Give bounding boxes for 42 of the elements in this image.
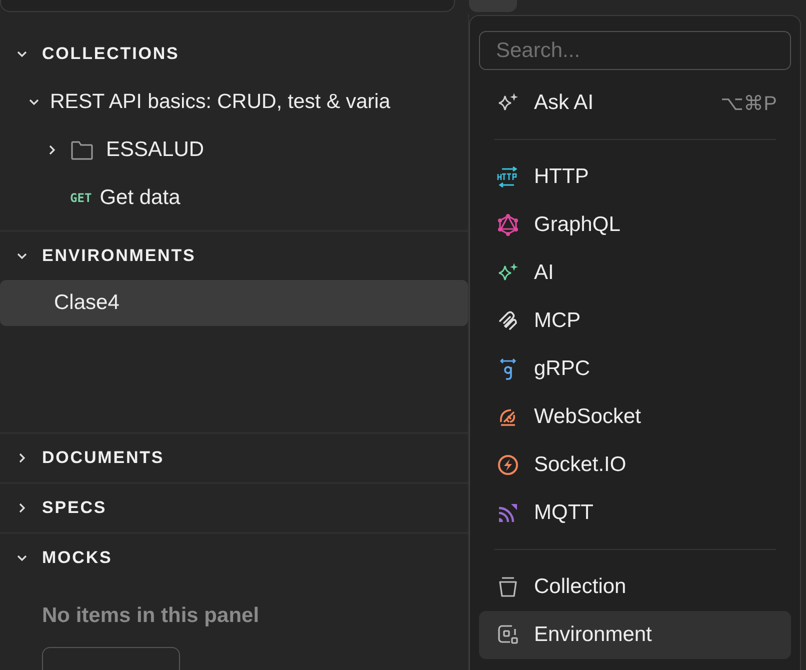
tree-item[interactable]: ESSALUD xyxy=(106,138,204,162)
empty-message: No items in this panel xyxy=(41,603,260,628)
http-icon xyxy=(496,165,520,189)
menu-item-label: WebSocket xyxy=(534,405,641,429)
mcp-icon xyxy=(496,309,520,333)
menu-item[interactable]: WebSocket xyxy=(479,393,791,441)
section-title[interactable]: MOCKS xyxy=(42,548,112,568)
menu-item-label: Environment xyxy=(534,623,652,647)
section-title[interactable]: SPECS xyxy=(42,498,107,518)
menu-item[interactable]: MQTT xyxy=(479,489,791,537)
shortcut-label: ⌥⌘P xyxy=(720,92,777,116)
tree-item[interactable]: Get data xyxy=(100,186,180,210)
menu-item-label: AI xyxy=(534,261,554,285)
menu-item[interactable]: AI xyxy=(479,249,791,297)
section-title[interactable]: ENVIRONMENTS xyxy=(42,246,196,266)
menu-item[interactable]: Ask AI ⌥⌘P xyxy=(479,79,791,127)
method-label: GET xyxy=(70,191,92,205)
menu-item[interactable]: Collection xyxy=(479,563,791,611)
menu-item-label: HTTP xyxy=(534,165,589,189)
menu-item[interactable]: HTTP xyxy=(479,153,791,201)
menu-item-label: Collection xyxy=(534,575,626,599)
graphql-icon xyxy=(496,213,520,237)
menu-item[interactable]: Socket.IO xyxy=(479,441,791,489)
tree-item[interactable]: REST API basics: CRUD, test & varia xyxy=(50,90,390,114)
menu-item[interactable]: Environment xyxy=(479,611,791,659)
section-title[interactable]: DOCUMENTS xyxy=(42,448,164,468)
menu-item[interactable]: MCP xyxy=(479,297,791,345)
search-field[interactable]: Search... xyxy=(479,31,791,70)
menu-item-label: Ask AI xyxy=(534,91,594,115)
menu-item-label: MCP xyxy=(534,309,581,333)
menu-item-label: Socket.IO xyxy=(534,453,626,477)
environment-icon xyxy=(496,623,520,647)
bolt-icon xyxy=(496,453,520,477)
section-title[interactable]: COLLECTIONS xyxy=(42,44,180,64)
menu-item-label: gRPC xyxy=(534,357,590,381)
bin-icon xyxy=(496,575,520,599)
menu-item-label: GraphQL xyxy=(534,213,620,237)
menu-item[interactable]: gRPC xyxy=(479,345,791,393)
menu-item[interactable]: GraphQL xyxy=(479,201,791,249)
signal-icon xyxy=(496,501,520,525)
list-item[interactable]: Clase4 xyxy=(0,280,468,326)
menu-item-label: MQTT xyxy=(534,501,594,525)
